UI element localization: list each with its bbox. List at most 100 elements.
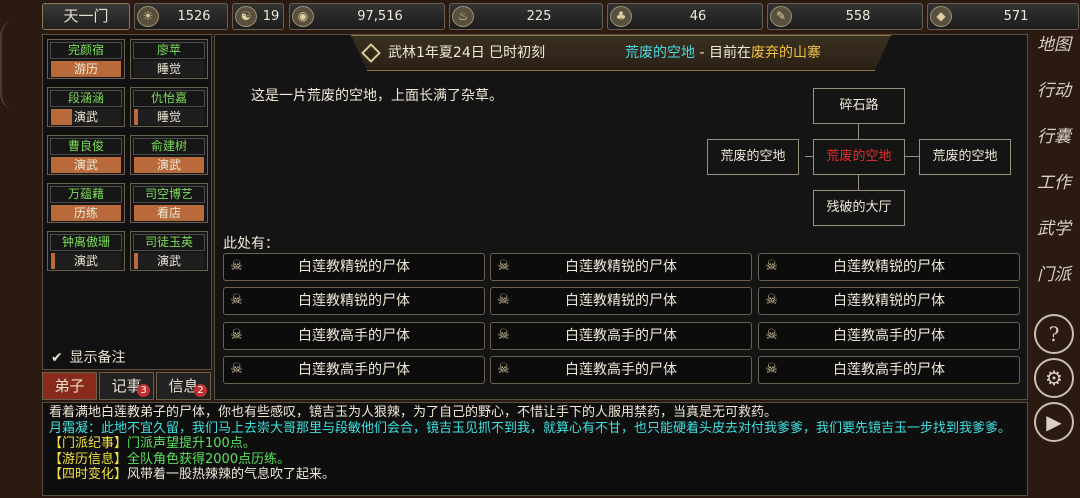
disciple-name: 俞建树: [133, 138, 205, 155]
object-button[interactable]: ☠ 白莲教精锐的尸体: [223, 253, 485, 281]
disciple-card[interactable]: 万蕴藉 历练: [47, 183, 125, 223]
object-button[interactable]: ☠ 白莲教高手的尸体: [490, 322, 752, 350]
disciple-status: 看店: [134, 205, 204, 221]
status-progress-fill: [51, 253, 55, 269]
skull-icon: ☠: [497, 327, 510, 343]
scroll-counter: ✎ 558: [767, 3, 923, 30]
disciple-name: 万蕴藉: [50, 186, 122, 203]
skull-icon: ☠: [230, 258, 243, 274]
map-north[interactable]: 碎石路: [813, 88, 905, 124]
disciple-panel: 完颜宿 游历 廖苹 睡觉 段涵涵 演武 仇怡嘉 睡觉 曹良俊 演武 俞建树 演武…: [42, 34, 212, 370]
map-button[interactable]: 地图: [1034, 36, 1074, 76]
game-date: 武林1年夏24日 巳时初刻: [388, 45, 546, 61]
disciple-name: 司空博艺: [133, 186, 205, 203]
tab-notes[interactable]: 记事 3: [99, 372, 154, 400]
status-progress-fill: [134, 253, 138, 269]
herb-counter: ♣ 46: [607, 3, 763, 30]
tab-disciples[interactable]: 弟子: [42, 372, 97, 400]
object-button[interactable]: ☠ 白莲教精锐的尸体: [758, 287, 1020, 315]
location-line: 荒废的空地 - 目前在废弃的山寨: [625, 45, 821, 61]
map-east[interactable]: 荒废的空地: [919, 139, 1011, 175]
map-south[interactable]: 残破的大厅: [813, 190, 905, 226]
object-button[interactable]: ☠ 白莲教高手的尸体: [490, 356, 752, 384]
disciple-status: 睡觉: [134, 109, 204, 125]
tab-label: 弟子: [54, 377, 85, 395]
disciple-card[interactable]: 司徒玉英 演武: [130, 231, 208, 271]
compass-diamond-icon: [361, 43, 381, 63]
top-bar: 天一门 ☀ 1526 ☯ 19 ◉ 97,516 ♨ 225 ♣ 46 ✎ 55…: [0, 0, 1080, 33]
disciple-card[interactable]: 廖苹 睡觉: [130, 39, 208, 79]
map-current: 荒废的空地: [813, 139, 905, 175]
food-bowl-icon: ♨: [452, 6, 474, 27]
food-counter: ♨ 225: [449, 3, 603, 30]
status-progress-fill: [134, 109, 138, 125]
disciple-status: 演武: [51, 157, 121, 173]
log-line-travel-info: 【游历信息】全队角色获得2000点历练。: [49, 451, 291, 467]
disciple-status: 演武: [134, 157, 204, 173]
ore-value: 571: [1003, 9, 1029, 24]
disciple-status: 演武: [134, 253, 204, 269]
yin-yang-counter: ☯ 19: [232, 3, 284, 30]
scroll-icon: ✎: [770, 6, 792, 27]
message-log[interactable]: 看着满地白莲教弟子的尸体，你也有些感叹，镜吉玉为人狠辣，为了自己的野心，不惜让手…: [42, 402, 1028, 496]
object-button[interactable]: ☠ 白莲教高手的尸体: [758, 356, 1020, 384]
map-connector: [858, 173, 859, 191]
disciple-card[interactable]: 完颜宿 游历: [47, 39, 125, 79]
disciple-card[interactable]: 俞建树 演武: [130, 135, 208, 175]
disciple-name: 仇怡嘉: [133, 90, 205, 107]
action-button[interactable]: 行动: [1034, 82, 1074, 122]
screen-edge-decoration: [0, 20, 18, 110]
help-icon[interactable]: ?: [1034, 314, 1074, 354]
disciple-card[interactable]: 曹良俊 演武: [47, 135, 125, 175]
prestige-icon: ☀: [137, 6, 159, 27]
show-notes-label: 显示备注: [69, 350, 126, 366]
disciple-card[interactable]: 钟离傲珊 演武: [47, 231, 125, 271]
object-button[interactable]: ☠ 白莲教精锐的尸体: [490, 253, 752, 281]
location-header: 武林1年夏24日 巳时初刻 荒废的空地 - 目前在废弃的山寨: [351, 35, 891, 71]
yin-yang-icon: ☯: [235, 6, 257, 27]
disciple-name: 完颜宿: [50, 42, 122, 59]
object-button[interactable]: ☠ 白莲教高手的尸体: [223, 356, 485, 384]
skull-icon: ☠: [497, 258, 510, 274]
coin-icon: ◉: [292, 6, 314, 27]
sect-button[interactable]: 门派: [1034, 266, 1074, 306]
disciple-status: 演武: [51, 109, 121, 125]
map-west[interactable]: 荒废的空地: [707, 139, 799, 175]
coin-value: 97,516: [357, 9, 403, 24]
disciple-status: 演武: [51, 253, 121, 269]
disciple-status: 游历: [51, 61, 121, 77]
skull-icon: ☠: [765, 327, 778, 343]
object-button[interactable]: ☠ 白莲教精锐的尸体: [223, 287, 485, 315]
location-panel: 武林1年夏24日 巳时初刻 荒废的空地 - 目前在废弃的山寨 这是一片荒废的空地…: [214, 34, 1028, 400]
log-line: 看着满地白莲教弟子的尸体，你也有些感叹，镜吉玉为人狠辣，为了自己的野心，不惜让手…: [49, 405, 778, 420]
right-menu: 地图 行动 行囊 工作 武学 门派 ? ⚙ ▶: [1030, 34, 1078, 496]
bag-button[interactable]: 行囊: [1034, 128, 1074, 168]
location-description: 这是一片荒废的空地，上面长满了杂草。: [251, 88, 503, 104]
tab-info[interactable]: 信息 2: [156, 372, 211, 400]
show-notes-toggle[interactable]: ✔ 显示备注: [51, 347, 125, 367]
checkbox-icon: ✔: [51, 350, 63, 366]
object-button[interactable]: ☠ 白莲教高手的尸体: [758, 322, 1020, 350]
ore-icon: ◆: [930, 6, 952, 27]
disciple-card[interactable]: 仇怡嘉 睡觉: [130, 87, 208, 127]
unread-badge: 3: [137, 384, 150, 397]
play-next-icon[interactable]: ▶: [1034, 402, 1074, 442]
work-button[interactable]: 工作: [1034, 174, 1074, 214]
skull-icon: ☠: [765, 292, 778, 308]
skull-icon: ☠: [765, 258, 778, 274]
yin-yang-value: 19: [262, 9, 280, 24]
log-line-season: 【四时变化】风带着一股热辣辣的气息吹了起来。: [49, 467, 336, 482]
object-button[interactable]: ☠ 白莲教精锐的尸体: [490, 287, 752, 315]
herb-value: 46: [689, 9, 707, 24]
settings-gear-icon[interactable]: ⚙: [1034, 358, 1074, 398]
object-button[interactable]: ☠ 白莲教高手的尸体: [223, 322, 485, 350]
disciple-card[interactable]: 司空博艺 看店: [130, 183, 208, 223]
log-line-sect-event: 【门派纪事】门派声望提升100点。: [49, 436, 256, 451]
disciple-card[interactable]: 段涵涵 演武: [47, 87, 125, 127]
disciple-status: 睡觉: [134, 61, 204, 77]
disciple-name: 钟离傲珊: [50, 234, 122, 251]
sect-name-button[interactable]: 天一门: [42, 3, 130, 30]
object-button[interactable]: ☠ 白莲教精锐的尸体: [758, 253, 1020, 281]
disciple-name: 曹良俊: [50, 138, 122, 155]
martial-button[interactable]: 武学: [1034, 220, 1074, 260]
